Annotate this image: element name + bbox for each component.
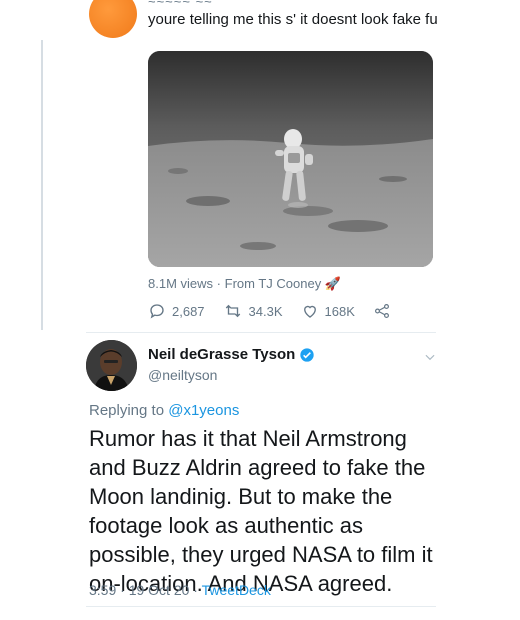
like-action[interactable]: 168K <box>301 302 355 320</box>
rocket-icon: 🚀 <box>324 276 342 291</box>
action-bar: 2,687 34.3K 168K <box>148 302 415 320</box>
reply-tweet-text: youre telling me this s' it doesnt look … <box>148 11 438 28</box>
reply-count: 2,687 <box>172 303 205 319</box>
chevron-down-icon <box>425 354 435 361</box>
share-action[interactable] <box>373 302 397 320</box>
author-name-row[interactable]: Neil deGrasse Tyson <box>148 346 315 363</box>
author-name: Neil deGrasse Tyson <box>148 346 296 363</box>
tweet-source[interactable]: TweetDeck <box>202 582 271 598</box>
tweet-timestamp-row: 3:59 · 19 Oct 20 · TweetDeck <box>89 582 271 598</box>
divider <box>86 332 436 333</box>
thread-connector-line <box>41 40 43 330</box>
retweet-count: 34.3K <box>248 303 283 319</box>
tweet-timestamp[interactable]: 3:59 · 19 Oct 20 · <box>89 582 198 598</box>
video-media[interactable] <box>148 51 433 267</box>
meta-separator: · <box>216 276 221 291</box>
media-meta: 8.1M views · From TJ Cooney 🚀 <box>148 276 341 292</box>
verified-icon <box>300 347 314 362</box>
avatar-photo <box>86 340 137 391</box>
reply-action[interactable]: 2,687 <box>148 302 205 320</box>
replying-to-line: Replying to @x1yeons <box>89 402 239 419</box>
share-icon <box>374 304 389 318</box>
bottom-divider <box>86 606 436 607</box>
reply-icon <box>150 304 164 319</box>
like-count: 168K <box>324 303 355 319</box>
replying-to-handle[interactable]: @x1yeons <box>168 402 239 419</box>
cropped-header-text: ~~~~~ ~~ <box>148 0 213 9</box>
retweet-icon <box>225 304 240 318</box>
moon-surface-image <box>148 51 433 267</box>
retweet-action[interactable]: 34.3K <box>223 302 283 320</box>
tweet-text: Rumor has it that Neil Armstrong and Buz… <box>89 426 433 596</box>
author-handle[interactable]: @neiltyson <box>148 367 217 383</box>
like-icon <box>303 305 316 318</box>
reply-author-avatar[interactable] <box>89 0 137 38</box>
replying-prefix: Replying to <box>89 402 165 419</box>
views-count: 8.1M views <box>148 276 214 291</box>
media-source[interactable]: From TJ Cooney <box>225 276 322 291</box>
more-options-button[interactable] <box>423 350 437 369</box>
author-avatar[interactable] <box>86 340 137 391</box>
